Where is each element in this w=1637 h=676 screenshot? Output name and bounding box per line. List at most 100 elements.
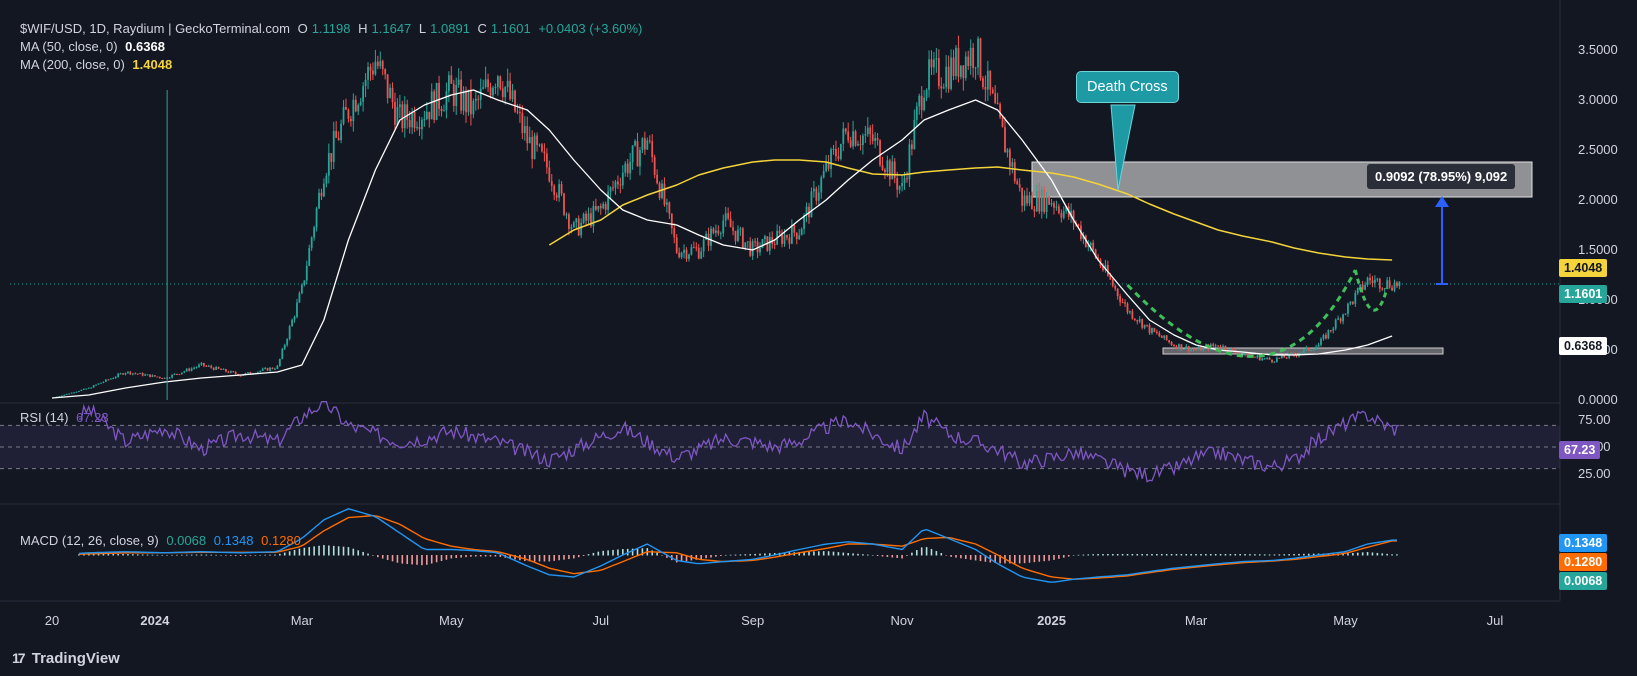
candle-body [1383, 288, 1386, 290]
macd-histogram-bar [602, 550, 605, 556]
candle-body [278, 358, 281, 366]
macd-histogram-bar [264, 554, 266, 556]
macd-histogram-bar [440, 555, 443, 561]
macd-histogram-bar [352, 548, 355, 556]
candle-body [717, 230, 720, 234]
candle-body [337, 137, 340, 141]
candle-body [1182, 348, 1185, 350]
candle-body [1271, 359, 1273, 362]
candle-body [778, 230, 781, 234]
ma200-value: 1.4048 [132, 57, 173, 72]
candle-body [523, 126, 526, 134]
candle-body [930, 59, 933, 68]
candle-body [761, 239, 764, 249]
candle-body [800, 228, 803, 236]
measure-label[interactable]: 0.9092 (78.95%) 9,092 [1367, 164, 1516, 189]
close-price-tag: 1.1601 [1559, 285, 1608, 303]
candle-body [830, 149, 832, 169]
high-label: H [358, 21, 368, 36]
candle-body [327, 153, 330, 176]
macd-histogram-bar [455, 555, 458, 559]
candle-body [582, 213, 585, 223]
candle-body [352, 99, 355, 122]
macd-histogram-bar [582, 555, 585, 556]
candle-body [599, 206, 602, 209]
candle-body [1369, 277, 1371, 281]
tradingview-logo[interactable]: 17 TradingView [12, 650, 120, 667]
macd-histogram-bar [450, 555, 453, 559]
macd-histogram-bar [489, 555, 492, 557]
macd-histogram-bar [146, 554, 149, 556]
candle-body [401, 104, 404, 129]
candle-body [614, 181, 617, 188]
candle-body [928, 59, 930, 90]
candle-body [325, 175, 328, 184]
candle-body [474, 98, 477, 101]
macd-histogram-bar [460, 555, 462, 558]
macd-price-tag: 0.1348 [1559, 534, 1608, 552]
macd-histogram-bar [1053, 555, 1055, 560]
candle-body [347, 109, 350, 119]
macd-legend[interactable]: MACD (12, 26, close, 9) 0.0068 0.1348 0.… [20, 533, 305, 549]
candle-body [320, 192, 323, 197]
candle-body [1143, 324, 1146, 328]
candle-body [193, 367, 195, 369]
candle-body [933, 59, 935, 68]
candle-body [1160, 336, 1163, 338]
candle-body [1276, 357, 1278, 362]
macd-histogram-bar [1062, 555, 1065, 558]
candle-body [577, 218, 580, 236]
candle-body [134, 373, 137, 375]
rsi-tick-label: 25.00 [1578, 466, 1611, 481]
candle-body [786, 235, 788, 238]
death-cross-callout[interactable]: Death Cross [1076, 71, 1179, 103]
candle-body [462, 90, 465, 111]
candle-body [822, 171, 825, 178]
macd-histogram-bar [573, 555, 575, 559]
open-label: O [297, 21, 308, 36]
macd-histogram-bar [769, 553, 771, 556]
ma200-legend[interactable]: MA (200, close, 0) 1.4048 [20, 57, 176, 73]
rsi-legend[interactable]: RSI (14) 67.23 [20, 410, 113, 426]
rsi-price-tag: 67.23 [1559, 441, 1601, 459]
macd-histogram-bar [1058, 555, 1060, 559]
macd-histogram-bar [102, 554, 105, 556]
candle-body [178, 374, 181, 376]
macd-histogram-bar [1146, 554, 1148, 556]
macd-histogram-bar [1303, 553, 1305, 556]
candle-body [680, 252, 683, 258]
candle-body [876, 137, 879, 141]
macd-histogram-bar [1234, 554, 1237, 556]
macd-histogram-bar [925, 547, 928, 556]
macd-histogram-bar [1190, 554, 1192, 556]
macd-histogram-bar [661, 555, 663, 556]
candle-body [1060, 213, 1063, 218]
macd-histogram-bar [475, 555, 477, 557]
candle-body [1214, 345, 1217, 347]
macd-histogram-bar [1092, 554, 1094, 556]
ma50-legend[interactable]: MA (50, close, 0) 0.6368 [20, 39, 169, 55]
candle-body [859, 143, 862, 145]
candle-body [648, 140, 651, 142]
candle-body [1285, 357, 1288, 359]
candle-body [1008, 149, 1011, 167]
candle-body [783, 235, 786, 244]
candle-body [746, 241, 749, 243]
time-tick-label: Mar [291, 613, 314, 628]
candle-body [1263, 358, 1266, 360]
chart-canvas[interactable]: 0.00000.50001.00001.50002.00002.50003.00… [0, 0, 1637, 676]
candle-body [1016, 181, 1019, 185]
macd-histogram-bar [1307, 553, 1310, 556]
candle-body [1195, 349, 1197, 351]
macd-histogram-bar [1298, 553, 1300, 556]
candle-body [212, 367, 215, 370]
macd-histogram-bar [362, 551, 364, 556]
candle-body [1364, 284, 1367, 290]
candle-body [141, 373, 144, 376]
candle-body [744, 242, 747, 249]
macd-histogram-bar [328, 545, 330, 556]
ma50-price-tag: 0.6368 [1559, 337, 1608, 355]
candle-body [283, 345, 286, 349]
candle-body [109, 378, 112, 380]
candle-body [727, 213, 730, 219]
